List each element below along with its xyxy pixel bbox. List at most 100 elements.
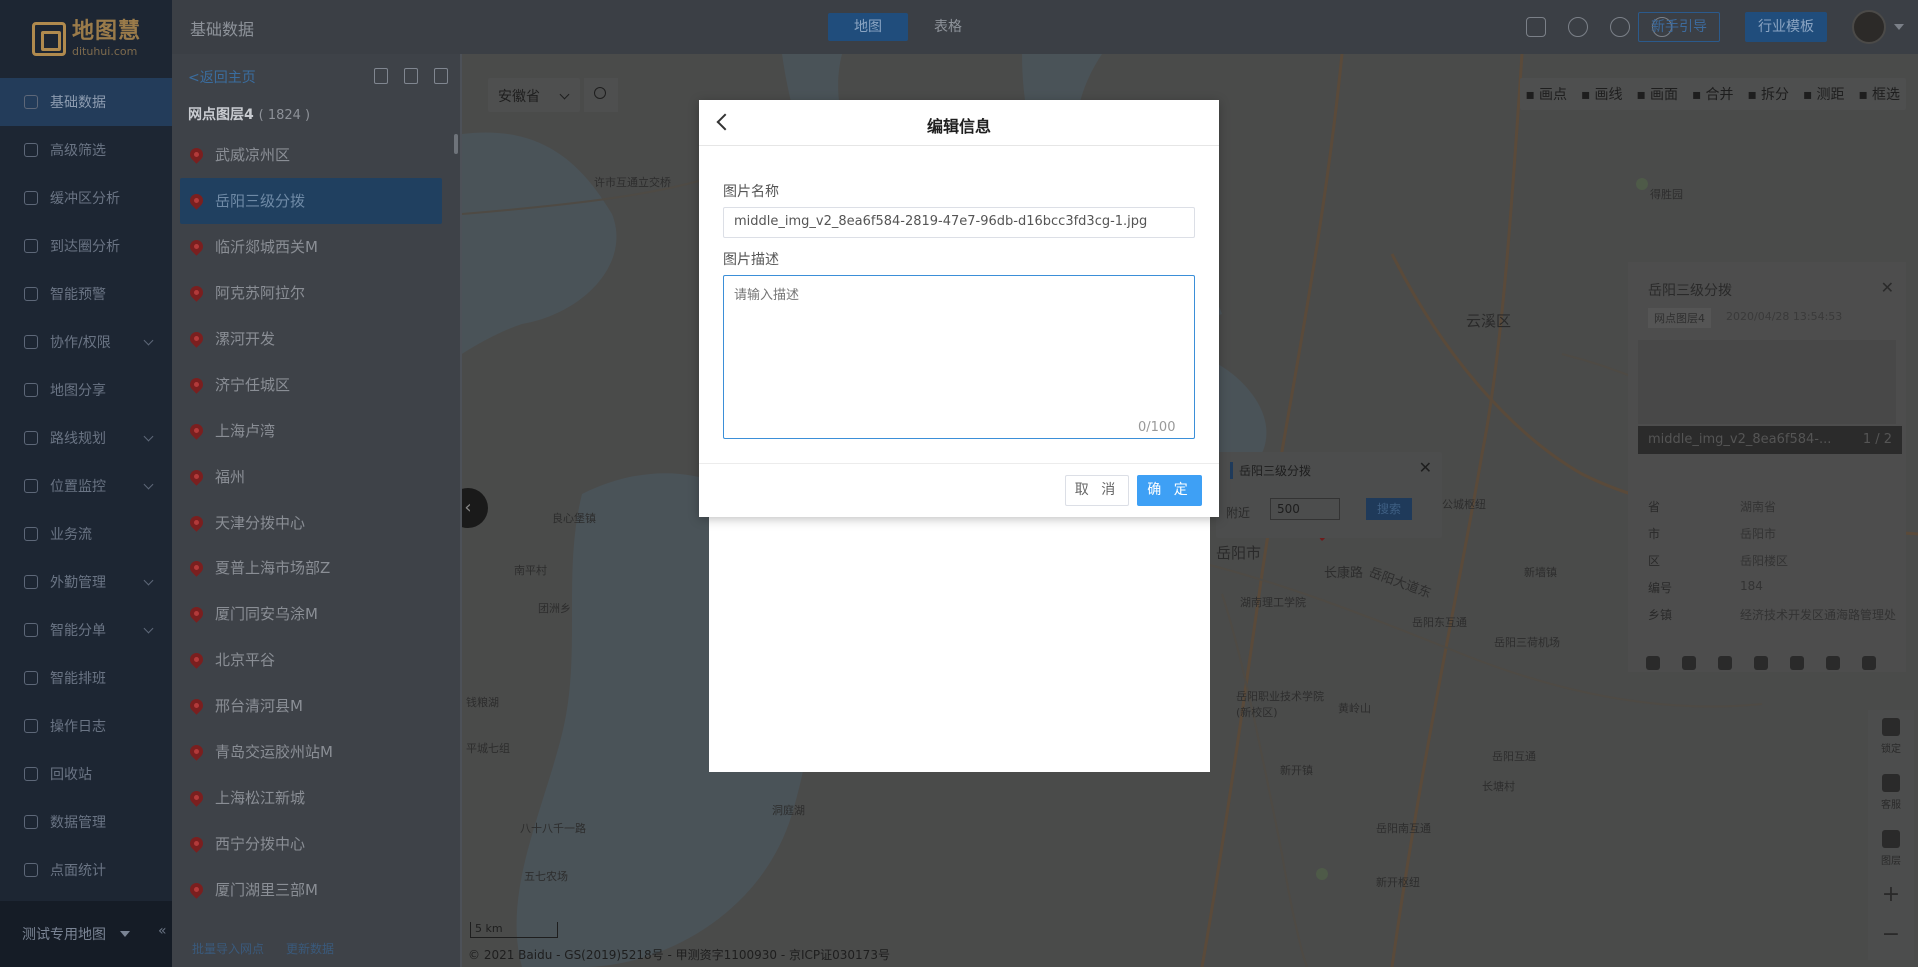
info-row: 省 湖南省 (1648, 498, 1776, 515)
list-item[interactable]: 漯河开发 (180, 316, 442, 362)
locate-icon[interactable] (1826, 656, 1840, 670)
more-icon[interactable] (434, 68, 448, 84)
nav-item[interactable]: 数据管理 (0, 798, 172, 846)
list-item[interactable]: 济宁任城区 (180, 361, 442, 407)
confirm-button[interactable]: 确 定 (1137, 475, 1202, 506)
province-select[interactable]: 安徽省 (488, 78, 580, 112)
map-tool-button[interactable]: 画点 (1526, 84, 1567, 104)
batch-import-button[interactable]: 批量导入网点 (192, 940, 264, 957)
map-label: 岳阳职业技术学院(新校区) (1236, 690, 1324, 719)
nav-item[interactable]: 外勤管理 (0, 558, 172, 606)
map-tool-button[interactable]: 画面 (1637, 84, 1678, 104)
zoom-in-button[interactable]: + (1868, 878, 1914, 918)
distance-select[interactable]: 500 (1270, 498, 1340, 520)
collapse-nav-icon[interactable]: « (158, 923, 172, 945)
folder-icon[interactable] (1790, 656, 1804, 670)
delete-icon[interactable] (1718, 656, 1732, 670)
image-name-input[interactable]: middle_img_v2_8ea6f584-2819-47e7-96db-d1… (723, 207, 1195, 238)
info-row-key: 省 (1648, 500, 1661, 514)
list-scrollbar[interactable] (454, 134, 458, 154)
list-item[interactable]: 邢台清河县M (180, 683, 442, 729)
image-icon[interactable] (1754, 656, 1768, 670)
fullscreen-icon[interactable] (1526, 17, 1546, 37)
help-icon[interactable] (1610, 17, 1630, 37)
list-item[interactable]: 上海松江新城 (180, 774, 442, 820)
edit-icon[interactable] (1682, 656, 1696, 670)
nav-icon (24, 95, 38, 109)
nav-item[interactable]: 地图分享 (0, 366, 172, 414)
palette-icon[interactable] (404, 68, 418, 84)
nav-item[interactable]: 回收站 (0, 750, 172, 798)
nav-item[interactable]: 基础数据 (0, 78, 172, 126)
list-item[interactable]: 上海卢湾 (180, 407, 442, 453)
palette-icon[interactable] (1646, 656, 1660, 670)
cancel-button[interactable]: 取 消 (1065, 475, 1129, 506)
nav-item[interactable]: 到达圈分析 (0, 222, 172, 270)
image-caption-text: middle_img_v2_8ea6f584-... (1648, 432, 1832, 447)
nav-icon (24, 815, 38, 829)
list-item[interactable]: 夏普上海市场部Z (180, 545, 442, 591)
map-switcher[interactable]: 测试专用地图 « (0, 901, 172, 967)
tab-table[interactable]: 表格 (908, 13, 988, 41)
nav-item[interactable]: 位置监控 (0, 462, 172, 510)
list-item-label: 漯河开发 (215, 330, 276, 348)
map-tool-button[interactable]: 拆分 (1748, 84, 1789, 104)
close-icon[interactable]: ✕ (1881, 278, 1894, 297)
image-desc-input[interactable] (723, 275, 1195, 439)
tab-map[interactable]: 地图 (828, 13, 908, 41)
list-item[interactable]: 天津分拨中心 (180, 499, 442, 545)
map-pin-icon (187, 650, 206, 669)
list-item[interactable]: 厦门湖里三部M (180, 866, 442, 912)
map-label: 长塘村 (1482, 780, 1515, 793)
nav-item-label: 智能分单 (50, 623, 106, 639)
avatar[interactable] (1852, 10, 1886, 44)
info-image[interactable] (1638, 340, 1896, 424)
map-tool-button[interactable]: 框选 (1859, 84, 1900, 104)
list-item[interactable]: 武威凉州区 (180, 132, 442, 178)
caret-down-icon[interactable] (1894, 24, 1904, 30)
close-icon[interactable]: ✕ (1419, 458, 1432, 477)
nav-item-label: 数据管理 (50, 815, 106, 831)
list-item[interactable]: 西宁分拨中心 (180, 820, 442, 866)
nav-item-label: 高级筛选 (50, 143, 106, 159)
headset-icon[interactable] (1568, 17, 1588, 37)
list-item[interactable]: 阿克苏阿拉尔 (180, 270, 442, 316)
map-label: 长康路 (1324, 566, 1364, 581)
list-item[interactable]: 岳阳三级分拨 (180, 177, 442, 224)
service-tool[interactable]: 客服 (1868, 766, 1914, 822)
refresh-data-button[interactable]: 更新数据 (286, 940, 334, 957)
nav-item[interactable]: 业务流 (0, 510, 172, 558)
layer-tool[interactable]: 图层 (1868, 822, 1914, 878)
lock-tool[interactable]: 锁定 (1868, 710, 1914, 766)
list-item[interactable]: 青岛交运胶州站M (180, 729, 442, 775)
map-label: 八十八千一路 (520, 822, 586, 835)
nearby-search-button[interactable]: 搜索 (1366, 498, 1412, 520)
nav-item[interactable]: 路线规划 (0, 414, 172, 462)
nav-item[interactable]: 智能分单 (0, 606, 172, 654)
nav-item[interactable]: 智能预警 (0, 270, 172, 318)
map-pin-icon (187, 329, 206, 348)
nav-item[interactable]: 协作/权限 (0, 318, 172, 366)
map-search-icon[interactable] (584, 78, 618, 112)
guide-button[interactable]: 新手引导 (1638, 12, 1720, 42)
map-tool-button[interactable]: 测距 (1803, 84, 1845, 104)
list-item[interactable]: 福州 (180, 453, 442, 499)
sort-icon[interactable] (374, 68, 388, 84)
nav-item[interactable]: 操作日志 (0, 702, 172, 750)
zoom-out-button[interactable]: − (1868, 918, 1914, 958)
industry-template-button[interactable]: 行业模板 (1745, 12, 1827, 42)
nav-item[interactable]: 高级筛选 (0, 126, 172, 174)
app-logo[interactable]: 地图慧 dituhui.com (0, 0, 172, 78)
back-home-link[interactable]: <返回主页 (188, 67, 256, 87)
nav-item[interactable]: 智能排班 (0, 654, 172, 702)
map-label: 公城枢纽 (1442, 498, 1486, 511)
more-icon[interactable] (1862, 656, 1876, 670)
nav-item[interactable]: 点面统计 (0, 846, 172, 894)
list-item[interactable]: 临沂郯城西关M (180, 224, 442, 270)
list-item[interactable]: 厦门同安乌涂M (180, 591, 442, 637)
nav-item[interactable]: 缓冲区分析 (0, 174, 172, 222)
map-label: 黄岭山 (1338, 702, 1371, 715)
map-tool-button[interactable]: 画线 (1581, 84, 1623, 104)
map-tool-button[interactable]: 合并 (1692, 84, 1734, 104)
list-item[interactable]: 北京平谷 (180, 637, 442, 683)
